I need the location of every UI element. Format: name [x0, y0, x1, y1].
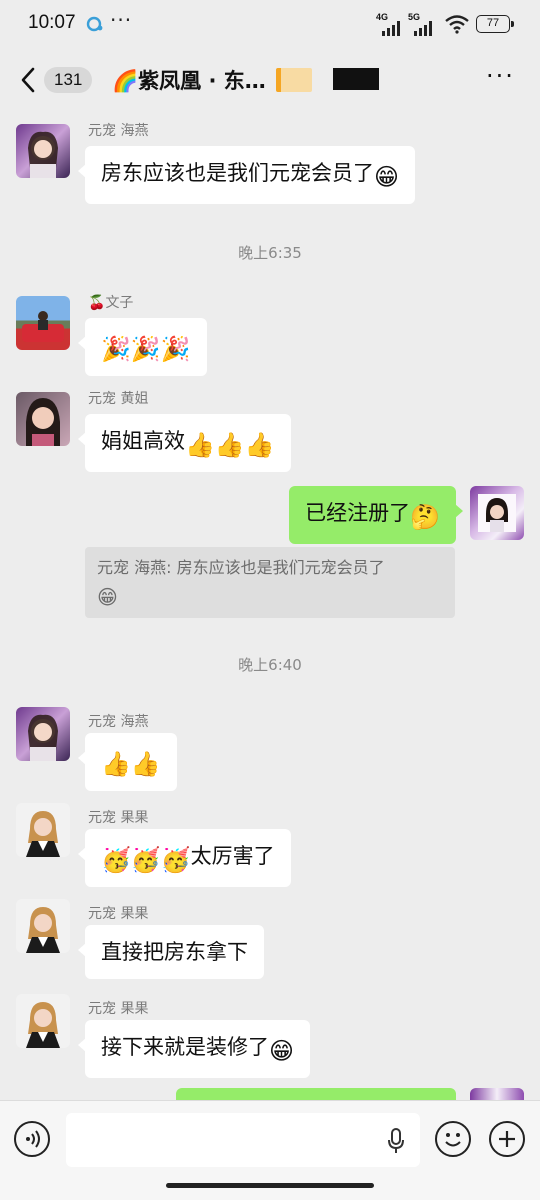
message-bubble[interactable]: 👍👍: [78, 733, 177, 791]
back-chevron-icon[interactable]: [18, 66, 40, 94]
sender-name: 元宠 果果: [88, 1001, 149, 1017]
avatar[interactable]: [16, 803, 70, 857]
emoji-face-icon[interactable]: [435, 1121, 471, 1157]
thumbs-up-emoji-icon: 👍👍👍: [185, 431, 275, 459]
app-notification-icon: [86, 16, 103, 32]
sender-name: 🍒文子: [88, 295, 134, 311]
message-text: 房东应该也是我们元宠会员了: [101, 161, 374, 185]
message-list[interactable]: 元宠 海燕 房东应该也是我们元宠会员了😁 晚上6:35 🍒文子 🎉🎉🎉 元宠 黄…: [0, 110, 540, 1100]
grin-emoji-icon: 😁: [269, 1037, 295, 1065]
chat-header: 131 🌈紫凤凰 · 东… ···: [0, 50, 540, 110]
timestamp-separator: 晚上6:35: [238, 244, 302, 262]
battery-icon: 77: [476, 15, 514, 33]
message-text: 直接把房东拿下: [101, 940, 248, 964]
sender-name: 元宠 海燕: [88, 714, 149, 730]
status-more-dots: ···: [110, 8, 133, 32]
avatar[interactable]: [16, 124, 70, 178]
message-text: 太厉害了: [190, 844, 275, 868]
avatar[interactable]: [16, 707, 70, 761]
quoted-text: 元宠 海燕: 房东应该也是我们元宠会员了: [97, 558, 385, 577]
signal-4g-icon: 4G: [376, 12, 406, 36]
666-emoji-icon: 🥳🥳🥳: [101, 846, 191, 874]
unread-count-badge[interactable]: 131: [44, 67, 93, 93]
avatar[interactable]: [16, 296, 70, 350]
message-text: 已经注册了: [305, 501, 411, 525]
voice-icon[interactable]: [14, 1121, 50, 1157]
redacted-title-part: [333, 68, 379, 90]
message-bubble[interactable]: 🎉🎉🎉: [78, 318, 207, 376]
avatar[interactable]: [16, 899, 70, 953]
message-bubble[interactable]: 房东应该也是我们元宠会员了😁: [77, 146, 416, 204]
home-indicator[interactable]: [166, 1183, 374, 1188]
status-bar: 10:07 ··· 4G 5G 77: [0, 0, 540, 50]
message-text: 接下来就是装修了: [101, 1035, 269, 1059]
grin-emoji-icon: 😁: [374, 163, 400, 191]
more-dots-icon[interactable]: ···: [486, 62, 515, 90]
wifi-icon: [445, 15, 469, 34]
message-bubble[interactable]: 🥳🥳🥳太厉害了: [78, 829, 291, 887]
avatar[interactable]: [16, 392, 70, 446]
my-avatar[interactable]: [470, 1088, 524, 1100]
message-text: 娟姐高效: [101, 429, 185, 453]
avatar[interactable]: [16, 994, 70, 1048]
thumbs-up-emoji-icon: 👍👍: [101, 750, 161, 778]
message-bubble[interactable]: 娟姐高效👍👍👍: [78, 414, 291, 472]
sender-name: 元宠 果果: [88, 810, 149, 826]
message-bubble[interactable]: 直接把房东拿下: [78, 925, 264, 979]
grin-emoji-icon: 😁: [97, 585, 118, 609]
chat-title: 🌈紫凤凰 · 东…: [112, 69, 266, 93]
quoted-message[interactable]: 元宠 海燕: 房东应该也是我们元宠会员了 😁: [85, 547, 455, 618]
party-popper-emoji-icon: 🎉🎉🎉: [101, 335, 191, 363]
microphone-icon[interactable]: [386, 1127, 406, 1155]
signal-5g-icon: 5G: [408, 12, 438, 36]
message-input[interactable]: [66, 1113, 420, 1167]
status-time: 10:07: [28, 12, 76, 33]
timestamp-separator: 晚上6:40: [238, 656, 302, 674]
sender-name: 元宠 黄姐: [88, 391, 149, 407]
cherry-emoji-icon: 🍒: [88, 295, 106, 311]
title-sticker: [276, 68, 312, 92]
plus-icon[interactable]: [489, 1121, 525, 1157]
sender-name: 元宠 果果: [88, 906, 149, 922]
sender-name: 元宠 海燕: [88, 123, 149, 139]
message-bubble-self[interactable]: [176, 1088, 456, 1100]
message-bubble[interactable]: 接下来就是装修了😁: [77, 1020, 311, 1078]
message-bubble-self[interactable]: 已经注册了🤔: [289, 486, 463, 544]
thinking-emoji-icon: 🤔: [410, 503, 440, 531]
my-avatar[interactable]: [470, 486, 524, 540]
